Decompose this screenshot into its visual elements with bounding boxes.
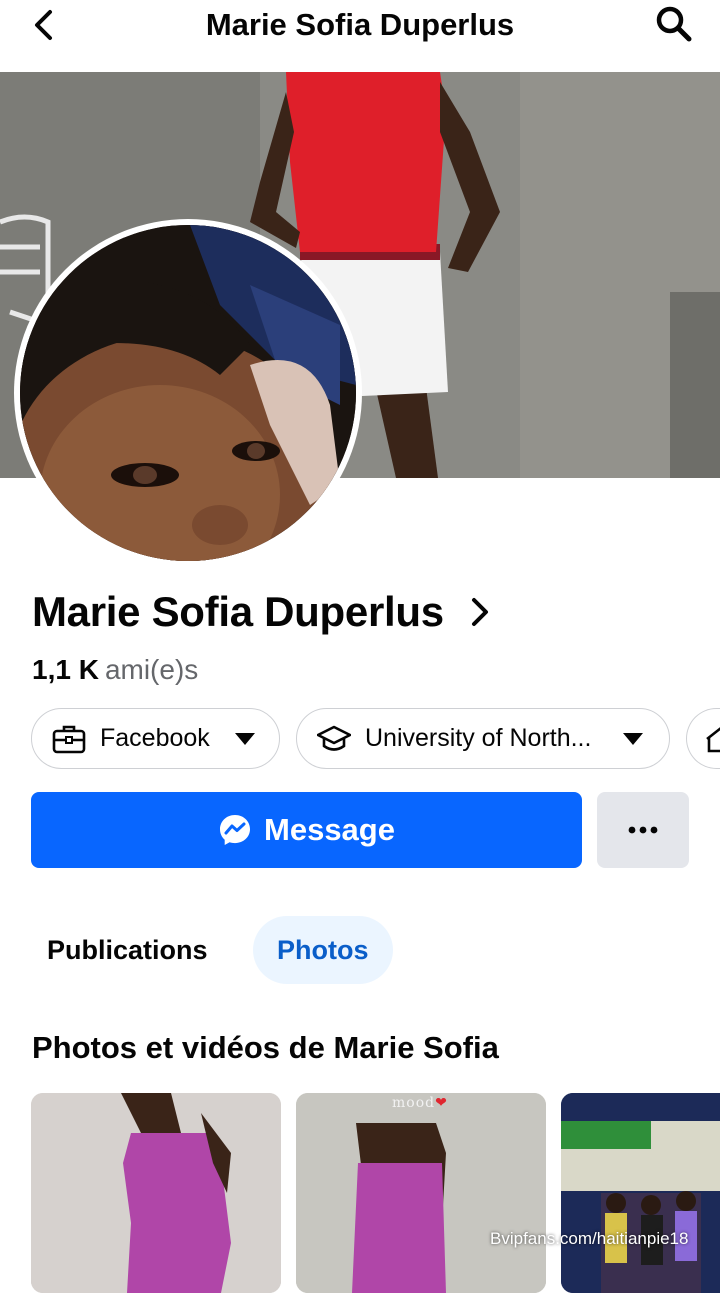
graduation-cap-icon [317,725,351,751]
photo-image [561,1093,720,1293]
more-dots-icon [628,826,658,834]
photo-caption: mood❤ [392,1095,448,1111]
friends-count[interactable]: 1,1 Kami(e)s [32,654,198,686]
message-button[interactable]: Message [31,792,582,868]
tab-photos[interactable]: Photos [253,916,393,984]
photo-image [31,1093,281,1293]
tab-publications[interactable]: Publications [47,916,208,984]
home-icon [706,726,720,752]
profile-name: Marie Sofia Duperlus [32,588,444,635]
photos-section-title: Photos et vidéos de Marie Sofia [32,1030,499,1065]
chip-work[interactable]: Facebook [31,708,280,769]
heart-icon: ❤ [435,1095,448,1111]
chip-education[interactable]: University of North... [296,708,670,769]
search-icon[interactable] [654,4,694,44]
profile-name-row[interactable]: Marie Sofia Duperlus [32,588,494,636]
message-button-label: Message [264,812,395,847]
friends-number: 1,1 K [32,654,99,685]
top-bar: Marie Sofia Duperlus [0,0,720,72]
back-arrow-icon[interactable] [28,8,62,42]
watermark-text: Bvipfans.com/haitianpie18 [490,1229,689,1248]
photo-thumbnail[interactable] [31,1093,281,1293]
avatar-image [20,225,356,561]
more-options-button[interactable] [597,792,689,868]
caret-down-icon [235,732,255,745]
friends-label: ami(e)s [104,654,199,685]
caret-down-icon [623,732,643,745]
messenger-icon [220,815,251,845]
briefcase-icon [52,725,86,753]
chip-education-label: University of North... [365,724,592,752]
page-title: Marie Sofia Duperlus [205,7,515,42]
chip-home[interactable] [686,708,720,769]
chip-work-label: Facebook [100,724,210,752]
profile-avatar[interactable] [20,225,356,561]
photo-image [296,1093,546,1293]
chevron-right-icon [471,598,488,626]
photo-thumbnail[interactable]: mood❤ [296,1093,546,1293]
photo-thumbnail[interactable] [561,1093,720,1293]
